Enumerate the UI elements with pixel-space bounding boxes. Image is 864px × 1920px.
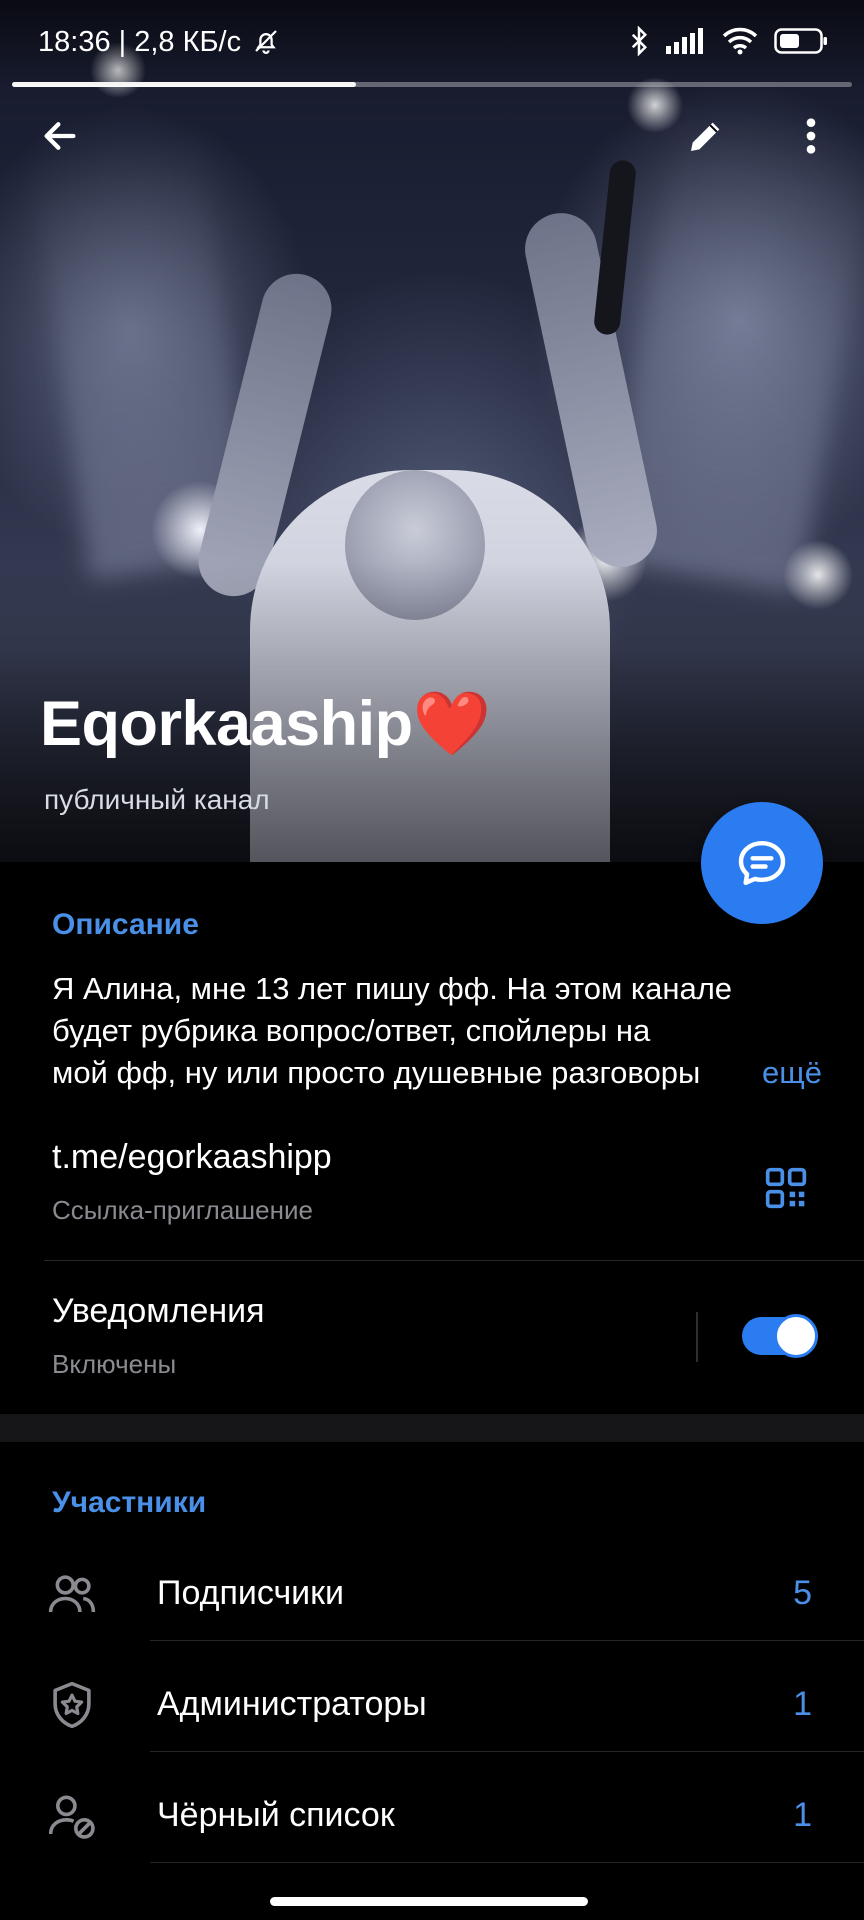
description-header: Описание <box>52 908 199 941</box>
subscribers-row[interactable]: Подписчики 5 <box>0 1540 864 1650</box>
divider <box>150 1751 864 1752</box>
status-time: 18:36 | 2,8 КБ/с <box>38 26 281 59</box>
back-button[interactable] <box>30 106 90 166</box>
microphone <box>592 159 638 336</box>
shield-star-icon <box>44 1677 100 1733</box>
signal-icon <box>666 28 706 54</box>
show-more-link[interactable]: ещё <box>722 1052 822 1094</box>
bell-off-icon <box>255 30 277 54</box>
home-indicator[interactable] <box>270 1897 588 1906</box>
blacklist-count: 1 <box>793 1796 812 1834</box>
vertical-separator <box>696 1312 698 1362</box>
qr-code-icon <box>765 1167 807 1209</box>
pencil-icon <box>691 122 720 151</box>
blacklist-label: Чёрный список <box>157 1796 395 1834</box>
channel-type: публичный канал <box>44 784 270 815</box>
more-vertical-icon <box>806 118 816 154</box>
status-bar: 18:36 | 2,8 КБ/с <box>0 0 864 90</box>
discussion-button[interactable] <box>701 802 823 924</box>
channel-title: Eqorkaaship❤️ <box>40 689 491 759</box>
channel-description: Я Алина, мне 13 лет пишу фф. На этом кан… <box>52 968 822 1094</box>
notifications-title[interactable]: Уведомления <box>52 1292 265 1331</box>
section-gap <box>0 1414 864 1442</box>
invite-link-label: Ссылка-приглашение <box>52 1195 313 1225</box>
description-line: мой фф, ну или просто душевные разговоры… <box>52 1052 822 1094</box>
users-icon <box>44 1566 100 1622</box>
description-line: Я Алина, мне 13 лет пишу фф. На этом кан… <box>52 971 733 1006</box>
user-blocked-icon <box>44 1788 100 1844</box>
back-arrow-icon <box>44 122 76 150</box>
administrators-label: Администраторы <box>157 1685 427 1723</box>
divider <box>150 1862 864 1863</box>
battery-icon <box>774 27 828 55</box>
administrators-count: 1 <box>793 1685 812 1723</box>
divider <box>44 1260 864 1261</box>
subscribers-count: 5 <box>793 1574 812 1612</box>
members-header: Участники <box>52 1486 207 1519</box>
administrators-row[interactable]: Администраторы 1 <box>0 1651 864 1761</box>
blacklist-row[interactable]: Чёрный список 1 <box>0 1762 864 1872</box>
more-button[interactable] <box>781 106 841 166</box>
wifi-icon <box>722 27 758 55</box>
subscribers-label: Подписчики <box>157 1574 345 1612</box>
chat-bubble-icon <box>738 840 786 886</box>
divider <box>150 1640 864 1641</box>
qr-code-button[interactable] <box>756 1158 816 1218</box>
info-section: Описание Я Алина, мне 13 лет пишу фф. На… <box>0 862 864 1414</box>
notifications-toggle[interactable] <box>742 1314 818 1358</box>
invite-link[interactable]: t.me/egorkaashipp <box>52 1138 332 1177</box>
toggle-knob <box>774 1314 818 1358</box>
bluetooth-icon <box>628 26 650 56</box>
notifications-status: Включены <box>52 1349 177 1379</box>
description-line: будет рубрика вопрос/ответ, спойлеры на <box>52 1013 651 1048</box>
members-section: Участники Подписчики 5 Администраторы 1 <box>0 1442 864 1888</box>
edit-button[interactable] <box>676 106 736 166</box>
